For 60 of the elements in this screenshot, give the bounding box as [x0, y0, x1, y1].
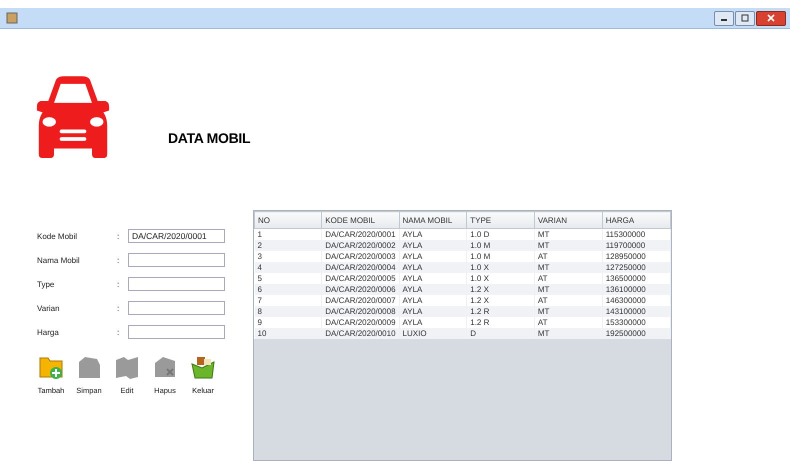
table-cell: 1.2 X	[466, 284, 534, 295]
table-cell: 1.2 R	[466, 306, 534, 317]
close-icon	[766, 14, 776, 22]
colon-separator: :	[117, 256, 120, 264]
table-cell: AYLA	[399, 284, 467, 295]
table-cell: DA/CAR/2020/0006	[322, 284, 400, 295]
table-cell: 6	[254, 284, 322, 295]
column-header[interactable]: TYPE	[466, 212, 534, 228]
colon-separator: :	[117, 280, 120, 288]
basket-icon	[190, 354, 216, 380]
column-header[interactable]: KODE MOBIL	[322, 212, 400, 228]
maximize-button[interactable]	[735, 10, 755, 26]
table-cell: MT	[534, 284, 602, 295]
colon-separator: :	[117, 304, 120, 312]
table-cell: 10	[254, 328, 322, 339]
input-field[interactable]	[128, 325, 225, 339]
table-cell: LUXIO	[399, 328, 467, 339]
table-cell: 119700000	[602, 240, 670, 251]
table-cell: DA/CAR/2020/0004	[322, 262, 400, 273]
table-cell: 4	[254, 262, 322, 273]
table-cell: AYLA	[399, 240, 467, 251]
table-cell: DA/CAR/2020/0008	[322, 306, 400, 317]
table-cell: 1.0 M	[466, 240, 534, 251]
colon-separator: :	[117, 232, 120, 240]
minimize-button[interactable]	[714, 10, 734, 26]
close-button[interactable]	[756, 10, 786, 26]
table-cell: MT	[534, 262, 602, 273]
table-cell: 1.0 X	[466, 262, 534, 273]
column-header[interactable]: VARIAN	[534, 212, 602, 228]
table-cell: DA/CAR/2020/0010	[322, 328, 400, 339]
field-label: Kode Mobil	[37, 232, 78, 240]
column-header[interactable]: NAMA MOBIL	[399, 212, 467, 228]
column-header[interactable]: NO	[254, 212, 322, 228]
field-label: Varian	[37, 304, 61, 312]
table-cell: AYLA	[399, 262, 467, 273]
field-label: Harga	[37, 328, 60, 336]
table-cell: MT	[534, 328, 602, 339]
table-cell: 192500000	[602, 328, 670, 339]
table-cell: MT	[534, 240, 602, 251]
table-cell: D	[466, 328, 534, 339]
field-label: Nama Mobil	[37, 256, 81, 264]
input-field[interactable]: DA/CAR/2020/0001	[128, 229, 225, 243]
colon-separator: :	[117, 328, 120, 336]
table-cell: DA/CAR/2020/0002	[322, 240, 400, 251]
input-field[interactable]	[128, 301, 225, 315]
table-cell: MT	[534, 306, 602, 317]
table-cell: 8	[254, 306, 322, 317]
column-header[interactable]: HARGA	[602, 212, 670, 228]
field-label: Type	[37, 280, 56, 288]
maximize-icon	[740, 14, 750, 22]
table-cell: AYLA	[399, 306, 467, 317]
input-field[interactable]	[128, 253, 225, 267]
page-title: DATA MOBIL	[168, 130, 250, 146]
delete-icon	[152, 354, 178, 380]
table-cell: 2	[254, 240, 322, 251]
table-cell: 143100000	[602, 306, 670, 317]
input-field[interactable]	[128, 277, 225, 291]
table-cell: 136100000	[602, 284, 670, 295]
table-cell: 127250000	[602, 262, 670, 273]
app-icon	[6, 12, 18, 24]
